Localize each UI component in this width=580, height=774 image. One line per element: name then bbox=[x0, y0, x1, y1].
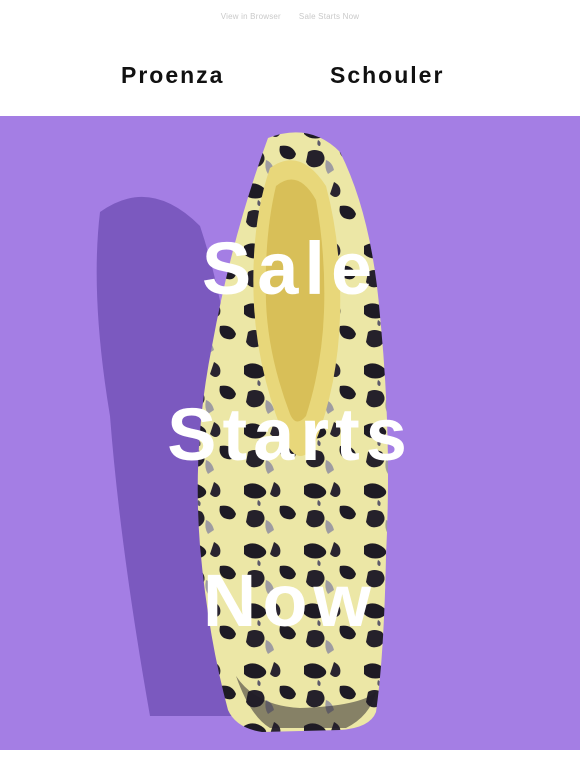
brand-word-schouler: Schouler bbox=[330, 62, 445, 88]
preheader: View in Browser Sale Starts Now bbox=[0, 12, 580, 26]
brand-word-proenza: Proenza bbox=[121, 62, 225, 88]
headline-line-3: Now bbox=[202, 559, 378, 642]
sale-starts-now-link[interactable]: Sale Starts Now bbox=[299, 12, 359, 26]
headline-line-2: Starts bbox=[167, 393, 413, 476]
brand-logo[interactable]: Proenza Schouler bbox=[0, 62, 580, 92]
view-in-browser-link[interactable]: View in Browser bbox=[221, 12, 281, 26]
footer-spacer bbox=[0, 750, 580, 774]
headline-line-1: Sale bbox=[201, 227, 379, 310]
hero-banner[interactable]: Sale Starts Now bbox=[0, 116, 580, 750]
